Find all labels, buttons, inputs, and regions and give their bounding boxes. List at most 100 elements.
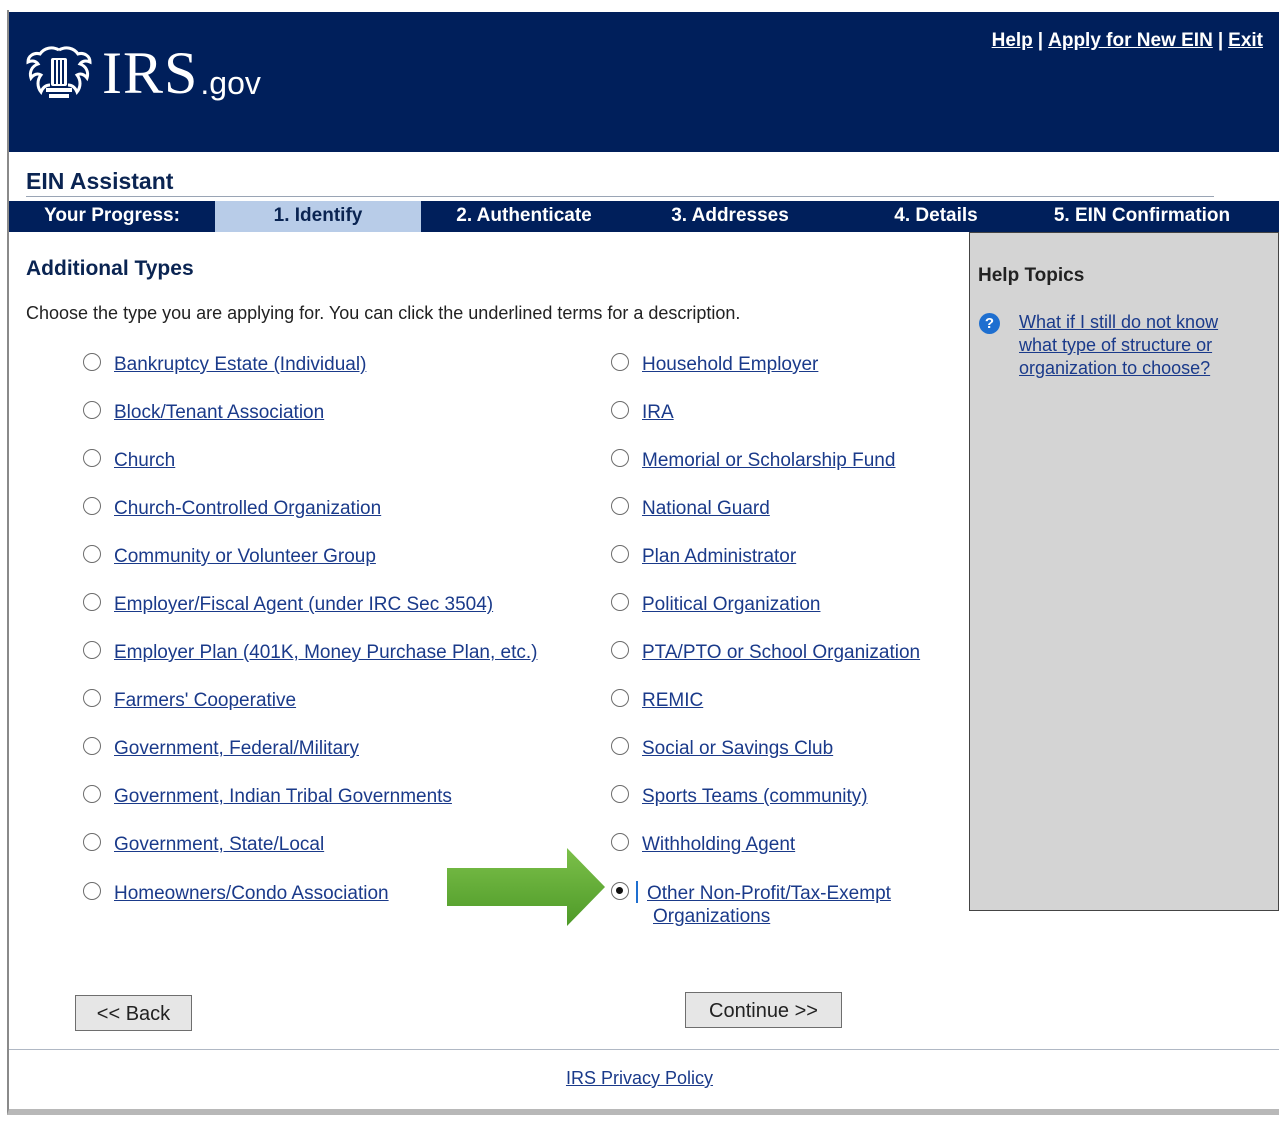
radio-button[interactable]: [83, 737, 101, 755]
page-title: EIN Assistant: [26, 168, 174, 194]
option-political-organization: Political Organization: [611, 593, 820, 616]
radio-button[interactable]: [83, 401, 101, 419]
radio-button[interactable]: [83, 497, 101, 515]
radio-button[interactable]: [83, 689, 101, 707]
radio-button[interactable]: [611, 737, 629, 755]
option-link-line1: Other Non-Profit/Tax-Exempt: [647, 883, 891, 904]
radio-button[interactable]: [83, 353, 101, 371]
option-link[interactable]: Political Organization: [642, 593, 820, 616]
option-farmers-cooperative: Farmers' Cooperative: [83, 689, 296, 712]
option-link[interactable]: Government, State/Local: [114, 833, 324, 856]
help-topic-link[interactable]: What if I still do not know what type of…: [1019, 312, 1218, 378]
option-link[interactable]: Sports Teams (community): [642, 785, 868, 808]
option-sports-teams: Sports Teams (community): [611, 785, 868, 808]
option-link[interactable]: National Guard: [642, 497, 770, 520]
radio-button[interactable]: [611, 545, 629, 563]
option-government-indian-tribal: Government, Indian Tribal Governments: [83, 785, 452, 808]
progress-step-ein-confirmation: 5. EIN Confirmation: [1053, 205, 1231, 226]
text-caret: [636, 881, 638, 903]
radio-button[interactable]: [611, 401, 629, 419]
radio-button[interactable]: [83, 641, 101, 659]
progress-step-authenticate: 2. Authenticate: [456, 205, 592, 226]
radio-button[interactable]: [83, 833, 101, 851]
option-government-state-local: Government, State/Local: [83, 833, 324, 856]
help-topic-item: What if I still do not know what type of…: [1019, 311, 1259, 380]
footer-divider: [9, 1049, 1279, 1050]
option-link[interactable]: Other Non-Profit/Tax-Exempt Organizations: [647, 882, 891, 928]
option-link[interactable]: Memorial or Scholarship Fund: [642, 449, 895, 472]
option-other-non-profit-tax-exempt: Other Non-Profit/Tax-Exempt Organizations: [611, 882, 891, 928]
progress-label: Your Progress:: [44, 205, 180, 226]
privacy-policy-link[interactable]: IRS Privacy Policy: [566, 1068, 713, 1088]
irs-logo[interactable]: IRS .gov: [24, 42, 261, 104]
option-link[interactable]: IRA: [642, 401, 674, 424]
progress-step-identify: 1. Identify: [215, 201, 421, 232]
option-link[interactable]: Government, Federal/Military: [114, 737, 359, 760]
option-link[interactable]: Plan Administrator: [642, 545, 796, 568]
radio-button[interactable]: [611, 497, 629, 515]
option-withholding-agent: Withholding Agent: [611, 833, 795, 856]
option-homeowners-condo-association: Homeowners/Condo Association: [83, 882, 389, 905]
radio-button[interactable]: [83, 882, 101, 900]
title-divider: [26, 196, 1214, 197]
site-header: IRS .gov Help | Apply for New EIN | Exit: [9, 12, 1279, 152]
option-link-line2: Organizations: [653, 906, 771, 927]
option-link[interactable]: Social or Savings Club: [642, 737, 833, 760]
top-links: Help | Apply for New EIN | Exit: [992, 30, 1263, 52]
option-link[interactable]: Employer/Fiscal Agent (under IRC Sec 350…: [114, 593, 493, 616]
help-topics-panel: Help Topics ? What if I still do not kno…: [969, 232, 1279, 911]
option-church-controlled-organization: Church-Controlled Organization: [83, 497, 381, 520]
option-link[interactable]: Church-Controlled Organization: [114, 497, 381, 520]
help-topics-title: Help Topics: [978, 265, 1085, 286]
progress-step-addresses: 3. Addresses: [671, 205, 789, 226]
option-link[interactable]: Bankruptcy Estate (Individual): [114, 353, 366, 376]
radio-button[interactable]: [611, 833, 629, 851]
option-employer-fiscal-agent: Employer/Fiscal Agent (under IRC Sec 350…: [83, 593, 493, 616]
question-mark-icon: ?: [979, 313, 1000, 334]
radio-button[interactable]: [611, 689, 629, 707]
radio-button[interactable]: [611, 449, 629, 467]
option-social-savings-club: Social or Savings Club: [611, 737, 833, 760]
instructions-text: Choose the type you are applying for. Yo…: [26, 303, 741, 323]
radio-button[interactable]: [83, 593, 101, 611]
continue-button[interactable]: Continue >>: [685, 992, 842, 1028]
logo-irs-text: IRS: [102, 40, 199, 106]
progress-bar: Your Progress: 1. Identify 2. Authentica…: [9, 201, 1279, 232]
option-memorial-scholarship-fund: Memorial or Scholarship Fund: [611, 449, 895, 472]
exit-link[interactable]: Exit: [1228, 30, 1263, 51]
option-employer-plan: Employer Plan (401K, Money Purchase Plan…: [83, 641, 537, 664]
radio-button[interactable]: [83, 785, 101, 803]
radio-button-selected[interactable]: [611, 882, 629, 900]
option-link[interactable]: Household Employer: [642, 353, 818, 376]
radio-button[interactable]: [611, 593, 629, 611]
option-church: Church: [83, 449, 175, 472]
option-link[interactable]: Block/Tenant Association: [114, 401, 324, 424]
logo-gov-text: .gov: [200, 65, 261, 101]
section-heading: Additional Types: [26, 257, 194, 280]
back-button[interactable]: << Back: [75, 995, 192, 1031]
option-link[interactable]: Community or Volunteer Group: [114, 545, 376, 568]
help-link[interactable]: Help: [992, 30, 1033, 51]
link-separator: |: [1037, 30, 1044, 51]
radio-button[interactable]: [611, 641, 629, 659]
radio-button[interactable]: [611, 785, 629, 803]
option-link[interactable]: Church: [114, 449, 175, 472]
option-link[interactable]: Withholding Agent: [642, 833, 795, 856]
radio-button[interactable]: [83, 449, 101, 467]
apply-new-ein-link[interactable]: Apply for New EIN: [1048, 30, 1213, 51]
radio-button[interactable]: [611, 353, 629, 371]
option-ira: IRA: [611, 401, 674, 424]
option-link[interactable]: Government, Indian Tribal Governments: [114, 785, 452, 808]
option-link[interactable]: PTA/PTO or School Organization: [642, 641, 920, 664]
progress-step-details: 4. Details: [894, 205, 978, 226]
option-link[interactable]: Employer Plan (401K, Money Purchase Plan…: [114, 641, 537, 664]
option-link[interactable]: REMIC: [642, 689, 703, 712]
option-link[interactable]: Homeowners/Condo Association: [114, 882, 389, 905]
radio-button[interactable]: [83, 545, 101, 563]
option-link[interactable]: Farmers' Cooperative: [114, 689, 296, 712]
green-arrow-icon: [447, 848, 605, 926]
option-plan-administrator: Plan Administrator: [611, 545, 796, 568]
option-remic: REMIC: [611, 689, 703, 712]
option-government-federal-military: Government, Federal/Military: [83, 737, 359, 760]
footer: IRS Privacy Policy: [0, 1068, 1279, 1089]
